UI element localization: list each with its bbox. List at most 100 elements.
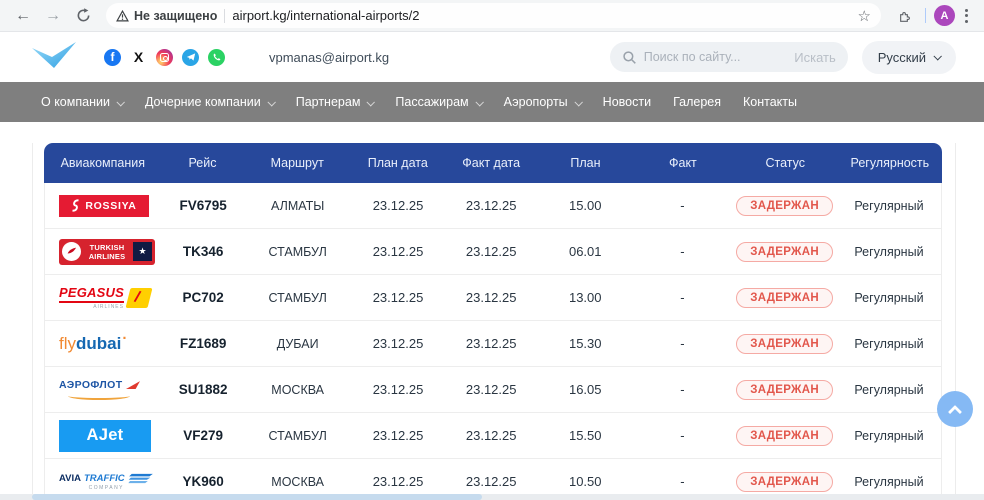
route: СТАМБУЛ <box>244 291 352 305</box>
horizontal-scrollbar[interactable] <box>0 494 984 500</box>
airline-logo: AVIATRAFFICCOMPANY <box>45 473 162 491</box>
nav-item-label: О компании <box>41 95 110 109</box>
scrollbar-thumb[interactable] <box>32 494 482 500</box>
reload-icon[interactable] <box>70 3 96 29</box>
flights-table: Авиакомпания Рейс Маршрут План дата Факт… <box>44 143 942 500</box>
regularity: Регулярный <box>837 199 941 213</box>
fact-time: - <box>633 244 732 259</box>
plan-time: 15.30 <box>538 336 633 351</box>
chevron-down-icon <box>267 98 275 106</box>
plan-date: 23.12.25 <box>351 474 444 489</box>
flight-number: SU1882 <box>162 382 244 397</box>
page-content: Авиакомпания Рейс Маршрут План дата Факт… <box>0 143 984 500</box>
route: ДУБАИ <box>244 337 352 351</box>
browser-toolbar: ← → Не защищено airport.kg/international… <box>0 0 984 32</box>
social-links: f X <box>104 49 225 66</box>
url-text[interactable]: airport.kg/international-airports/2 <box>232 8 850 23</box>
back-icon[interactable]: ← <box>10 3 36 29</box>
column-header: Факт <box>633 156 733 170</box>
search-input[interactable] <box>644 50 788 64</box>
nav-item[interactable]: Контакты <box>732 82 808 122</box>
fact-date: 23.12.25 <box>445 198 538 213</box>
status-badge: ЗАДЕРЖАН <box>736 242 833 262</box>
nav-item-label: Аэропорты <box>504 95 568 109</box>
nav-item[interactable]: Дочерние компании <box>134 82 285 122</box>
regularity: Регулярный <box>837 291 941 305</box>
nav-item-label: Галерея <box>673 95 721 109</box>
site-header: f X vpmanas@airport.kg Искать Русский <box>0 32 984 82</box>
nav-item[interactable]: О компании <box>30 82 134 122</box>
plan-time: 13.00 <box>538 290 633 305</box>
airport-logo[interactable] <box>28 40 80 75</box>
route: АЛМАТЫ <box>244 199 352 213</box>
flight-number: VF279 <box>162 428 244 443</box>
warning-triangle-icon <box>116 10 129 22</box>
plan-date: 23.12.25 <box>351 290 444 305</box>
nav-item[interactable]: Пассажирам <box>384 82 492 122</box>
plan-time: 06.01 <box>538 244 633 259</box>
chevron-up-icon <box>948 404 962 418</box>
status-cell: ЗАДЕРЖАН <box>732 196 837 216</box>
content-frame-left <box>32 143 33 500</box>
fact-date: 23.12.25 <box>445 428 538 443</box>
airline-logo: АЭРОФЛОТ <box>45 379 162 400</box>
regularity: Регулярный <box>837 337 941 351</box>
airline-logo: PEGASUSAIRLINES <box>45 285 162 310</box>
plan-time: 16.05 <box>538 382 633 397</box>
search-icon <box>622 50 637 65</box>
x-twitter-icon[interactable]: X <box>130 49 147 66</box>
toolbar-separator <box>925 8 926 23</box>
security-warning[interactable]: Не защищено <box>116 9 217 23</box>
nav-item[interactable]: Галерея <box>662 82 732 122</box>
address-bar[interactable]: Не защищено airport.kg/international-air… <box>106 3 881 28</box>
nav-item-label: Пассажирам <box>395 95 468 109</box>
route: МОСКВА <box>244 383 352 397</box>
flight-number: FZ1689 <box>162 336 244 351</box>
flights-table-body: ROSSIYA FV6795 АЛМАТЫ 23.12.25 23.12.25 … <box>44 183 942 500</box>
status-cell: ЗАДЕРЖАН <box>732 472 837 492</box>
fact-date: 23.12.25 <box>445 474 538 489</box>
flights-table-header: Авиакомпания Рейс Маршрут План дата Факт… <box>44 143 942 183</box>
contact-email[interactable]: vpmanas@airport.kg <box>269 50 389 65</box>
fact-date: 23.12.25 <box>445 336 538 351</box>
status-badge: ЗАДЕРЖАН <box>736 472 833 492</box>
browser-menu-icon[interactable] <box>959 3 974 29</box>
extensions-icon[interactable] <box>891 3 917 29</box>
column-header: План <box>538 156 633 170</box>
column-header: План дата <box>351 156 444 170</box>
scroll-to-top-button[interactable] <box>937 391 973 427</box>
fact-time: - <box>633 382 732 397</box>
whatsapp-icon[interactable] <box>208 49 225 66</box>
language-selector[interactable]: Русский <box>862 41 956 74</box>
nav-item-label: Контакты <box>743 95 797 109</box>
plan-date: 23.12.25 <box>351 336 444 351</box>
airline-logo: AJet <box>45 420 162 452</box>
flight-row: PEGASUSAIRLINES PC702 СТАМБУЛ 23.12.25 2… <box>45 275 941 321</box>
plan-time: 15.50 <box>538 428 633 443</box>
regularity: Регулярный <box>837 475 941 489</box>
chevron-down-icon <box>933 52 941 60</box>
forward-icon[interactable]: → <box>40 3 66 29</box>
flight-number: FV6795 <box>162 198 244 213</box>
profile-avatar[interactable]: A <box>934 5 955 26</box>
column-header: Факт дата <box>444 156 537 170</box>
search-button[interactable]: Искать <box>794 50 836 65</box>
telegram-icon[interactable] <box>182 49 199 66</box>
status-cell: ЗАДЕРЖАН <box>732 242 837 262</box>
nav-item[interactable]: Партнерам <box>285 82 385 122</box>
flight-row: ROSSIYA FV6795 АЛМАТЫ 23.12.25 23.12.25 … <box>45 183 941 229</box>
nav-item[interactable]: Аэропорты <box>493 82 592 122</box>
nav-item[interactable]: Новости <box>592 82 662 122</box>
airline-logo: flydubai· <box>45 334 162 354</box>
site-search: Искать <box>610 42 848 72</box>
plan-date: 23.12.25 <box>351 428 444 443</box>
route: МОСКВА <box>244 475 352 489</box>
status-badge: ЗАДЕРЖАН <box>736 288 833 308</box>
plan-time: 15.00 <box>538 198 633 213</box>
bookmark-star-icon[interactable]: ☆ <box>858 7 871 25</box>
chevron-down-icon <box>367 98 375 106</box>
fact-time: - <box>633 474 732 489</box>
airline-logo: TURKISHAIRLINES★ <box>45 239 162 265</box>
instagram-icon[interactable] <box>156 49 173 66</box>
facebook-icon[interactable]: f <box>104 49 121 66</box>
